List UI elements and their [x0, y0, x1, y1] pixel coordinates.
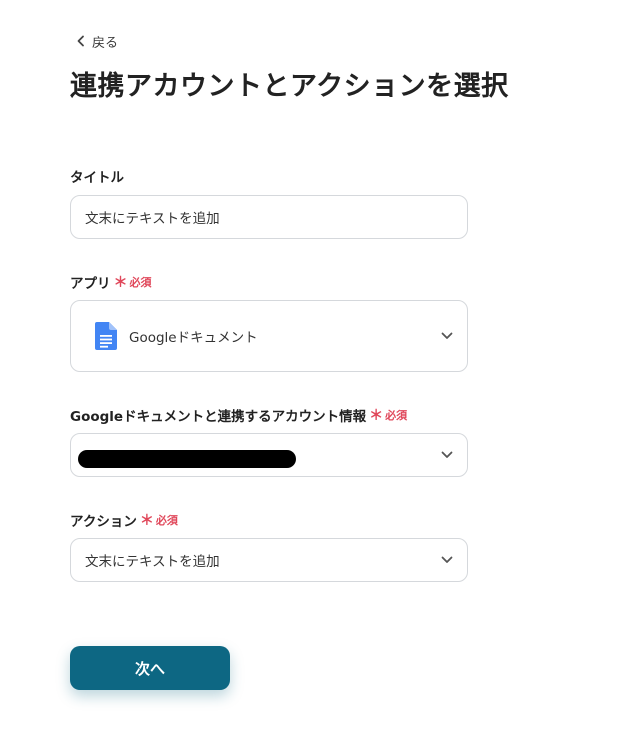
chevron-left-icon [77, 35, 84, 47]
action-field-label: アクション ＊ 必須 [70, 510, 178, 530]
required-asterisk: ＊ [113, 275, 128, 291]
account-select[interactable] [70, 433, 468, 477]
required-badge: ＊ 必須 [369, 405, 407, 425]
required-badge: ＊ 必須 [114, 272, 152, 292]
chevron-down-icon [441, 451, 453, 458]
required-asterisk: ＊ [369, 408, 384, 424]
title-label-text: タイトル [70, 170, 124, 186]
app-select-value: Googleドキュメント [95, 301, 258, 371]
required-badge: ＊ 必須 [140, 510, 178, 530]
back-label: 戻る [92, 35, 119, 51]
title-field-label: タイトル [70, 166, 124, 186]
title-input[interactable] [71, 196, 467, 238]
account-label-text: Googleドキュメントと連携するアカウント情報 [70, 409, 367, 425]
app-select[interactable]: Googleドキュメント [70, 300, 468, 372]
app-field-label: アプリ ＊ 必須 [70, 272, 152, 292]
redacted-account-value [78, 450, 296, 468]
action-label-text: アクション [70, 514, 137, 530]
account-field-label: Googleドキュメントと連携するアカウント情報 ＊ 必須 [70, 405, 407, 425]
chevron-down-icon [441, 556, 453, 563]
app-label-text: アプリ [70, 276, 111, 292]
title-field[interactable] [70, 195, 468, 239]
required-text: 必須 [129, 276, 152, 289]
back-link[interactable]: 戻る [76, 30, 118, 52]
required-asterisk: ＊ [139, 513, 154, 529]
required-text: 必須 [155, 514, 178, 527]
action-select[interactable]: 文末にテキストを追加 [70, 538, 468, 582]
app-name: Googleドキュメント [129, 330, 258, 346]
action-value: 文末にテキストを追加 [85, 554, 220, 570]
required-text: 必須 [385, 409, 408, 422]
chevron-down-icon [441, 332, 453, 339]
page-title: 連携アカウントとアクションを選択 [70, 71, 509, 102]
google-docs-icon [95, 322, 117, 350]
next-button[interactable]: 次へ [70, 646, 230, 690]
